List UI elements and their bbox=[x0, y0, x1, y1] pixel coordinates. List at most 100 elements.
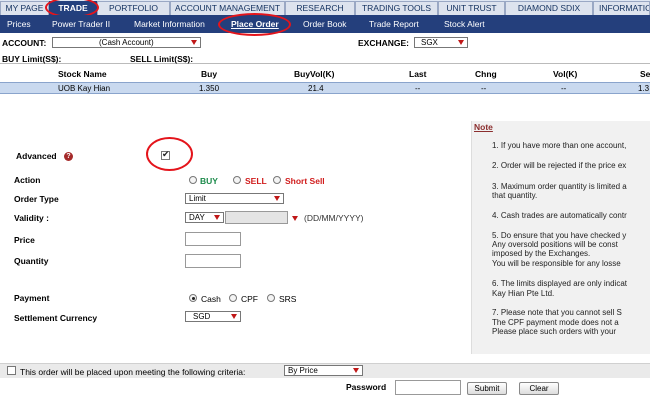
col-vol: Vol(K) bbox=[553, 69, 578, 79]
criteria-checkbox[interactable] bbox=[7, 366, 16, 375]
tab-my-page[interactable]: MY PAGE bbox=[0, 1, 49, 15]
subnav-trade-report[interactable]: Trade Report bbox=[369, 19, 419, 29]
clear-button[interactable]: Clear bbox=[519, 382, 559, 395]
note-line: Kay Hian Pte Ltd. bbox=[492, 289, 555, 298]
help-icon[interactable]: ? bbox=[64, 152, 73, 161]
submit-button[interactable]: Submit bbox=[467, 382, 507, 395]
note-line: Please place such orders with your bbox=[492, 327, 617, 336]
chevron-down-icon bbox=[214, 215, 220, 220]
note-line: The CPF payment mode does not a bbox=[492, 318, 619, 327]
cash-option-label: Cash bbox=[201, 294, 221, 304]
col-sell: Sell bbox=[640, 69, 650, 79]
order-type-select[interactable]: Limit bbox=[185, 193, 284, 204]
order-type-label: Order Type bbox=[14, 194, 59, 204]
tab-account-management[interactable]: ACCOUNT MANAGEMENT bbox=[170, 1, 285, 15]
limits-row bbox=[0, 51, 650, 64]
table-row[interactable]: UOB Kay Hian 1.350 21.4 -- -- -- 1.3 bbox=[0, 82, 650, 94]
advanced-checkbox[interactable]: ✔ bbox=[161, 149, 170, 160]
tab-trading-tools[interactable]: TRADING TOOLS bbox=[355, 1, 438, 15]
note-line: 4. Cash trades are automatically contr bbox=[492, 211, 627, 220]
chevron-down-icon bbox=[231, 314, 237, 319]
note-line: 1. If you have more than one account, bbox=[492, 141, 627, 150]
criteria-select[interactable]: By Price bbox=[284, 365, 363, 376]
col-buy: Buy bbox=[201, 69, 218, 79]
price-input[interactable] bbox=[185, 232, 241, 246]
chevron-down-icon bbox=[353, 368, 359, 373]
tab-trade[interactable]: TRADE bbox=[49, 1, 97, 15]
exchange-select-value: SGX bbox=[421, 38, 438, 47]
short-sell-option-label: Short Sell bbox=[285, 176, 325, 186]
chevron-down-icon bbox=[274, 196, 280, 201]
criteria-text: This order will be placed upon meeting t… bbox=[20, 367, 246, 377]
validity-date-input[interactable] bbox=[225, 211, 288, 224]
cell-last: -- bbox=[415, 84, 421, 93]
radio-cash[interactable] bbox=[189, 294, 197, 302]
settlement-currency-label: Settlement Currency bbox=[14, 313, 98, 323]
radio-buy[interactable] bbox=[189, 176, 197, 184]
radio-sell[interactable] bbox=[233, 176, 241, 184]
payment-label: Payment bbox=[14, 293, 50, 303]
account-select[interactable]: (Cash Account) bbox=[52, 37, 201, 48]
advanced-label: Advanced bbox=[16, 151, 57, 161]
date-format-hint: (DD/MM/YYYY) bbox=[304, 213, 364, 223]
note-line: 6. The limits displayed are only indicat bbox=[492, 279, 628, 288]
subnav-power-trader[interactable]: Power Trader II bbox=[52, 19, 110, 29]
tab-portfolio[interactable]: PORTFOLIO bbox=[97, 1, 170, 15]
account-select-value: (Cash Account) bbox=[99, 38, 154, 47]
password-label: Password bbox=[346, 382, 387, 392]
cell-chng: -- bbox=[481, 84, 487, 93]
radio-cpf[interactable] bbox=[229, 294, 237, 302]
validity-value: DAY bbox=[189, 213, 205, 222]
order-type-value: Limit bbox=[189, 194, 206, 203]
tab-information[interactable]: INFORMATIO bbox=[593, 1, 650, 15]
note-line: 2. Order will be rejected if the price e… bbox=[492, 161, 627, 170]
password-input[interactable] bbox=[395, 380, 461, 395]
validity-label: Validity : bbox=[14, 213, 49, 223]
note-line: Any oversold positions will be const bbox=[492, 240, 618, 249]
radio-short-sell[interactable] bbox=[273, 176, 281, 184]
note-line: You will be responsible for any losse bbox=[492, 259, 621, 268]
chevron-down-icon bbox=[191, 40, 197, 45]
tab-diamond-sdix[interactable]: DIAMOND SDIX bbox=[505, 1, 593, 15]
cell-buyvol: 21.4 bbox=[308, 84, 324, 93]
price-label: Price bbox=[14, 235, 35, 245]
validity-select[interactable]: DAY bbox=[185, 212, 224, 223]
buy-option-label: BUY bbox=[200, 176, 218, 186]
quantity-label: Quantity bbox=[14, 256, 49, 266]
radio-srs[interactable] bbox=[267, 294, 275, 302]
chevron-down-icon bbox=[458, 40, 464, 45]
col-last: Last bbox=[409, 69, 427, 79]
sell-option-label: SELL bbox=[245, 176, 267, 186]
cell-stock-name: UOB Kay Hian bbox=[58, 84, 111, 93]
settlement-currency-value: SGD bbox=[193, 312, 211, 321]
buy-limit-label: BUY Limit(S$): bbox=[2, 54, 62, 64]
quantity-input[interactable] bbox=[185, 254, 241, 268]
date-dropdown-icon[interactable] bbox=[292, 216, 298, 221]
subnav-prices[interactable]: Prices bbox=[7, 19, 31, 29]
tab-unit-trust[interactable]: UNIT TRUST bbox=[438, 1, 505, 15]
subnav-order-book[interactable]: Order Book bbox=[303, 19, 346, 29]
note-line: 5. Do ensure that you have checked y bbox=[492, 231, 627, 240]
settlement-currency-select[interactable]: SGD bbox=[185, 311, 241, 322]
exchange-select[interactable]: SGX bbox=[414, 37, 468, 48]
cell-sell: 1.3 bbox=[638, 84, 650, 93]
account-label: ACCOUNT: bbox=[2, 38, 47, 48]
tab-research[interactable]: RESEARCH bbox=[285, 1, 355, 15]
note-line: that quantity. bbox=[492, 191, 538, 200]
note-line: imposed by the Exchanges. bbox=[492, 249, 591, 258]
cpf-option-label: CPF bbox=[241, 294, 258, 304]
col-chng: Chng bbox=[475, 69, 497, 79]
srs-option-label: SRS bbox=[279, 294, 297, 304]
cell-vol: -- bbox=[561, 84, 567, 93]
cell-buy: 1.350 bbox=[199, 84, 220, 93]
subnav-stock-alert[interactable]: Stock Alert bbox=[444, 19, 485, 29]
subnav-place-order[interactable]: Place Order bbox=[231, 19, 279, 29]
col-stock-name: Stock Name bbox=[58, 69, 107, 79]
criteria-select-value: By Price bbox=[288, 366, 318, 375]
note-line: 7. Please note that you cannot sell S bbox=[492, 308, 622, 317]
subnav-market-information[interactable]: Market Information bbox=[134, 19, 205, 29]
note-title: Note bbox=[474, 122, 493, 132]
exchange-label: EXCHANGE: bbox=[358, 38, 410, 48]
sell-limit-label: SELL Limit(S$): bbox=[130, 54, 194, 64]
stock-table-header: Stock Name Buy BuyVol(K) Last Chng Vol(K… bbox=[0, 69, 650, 81]
